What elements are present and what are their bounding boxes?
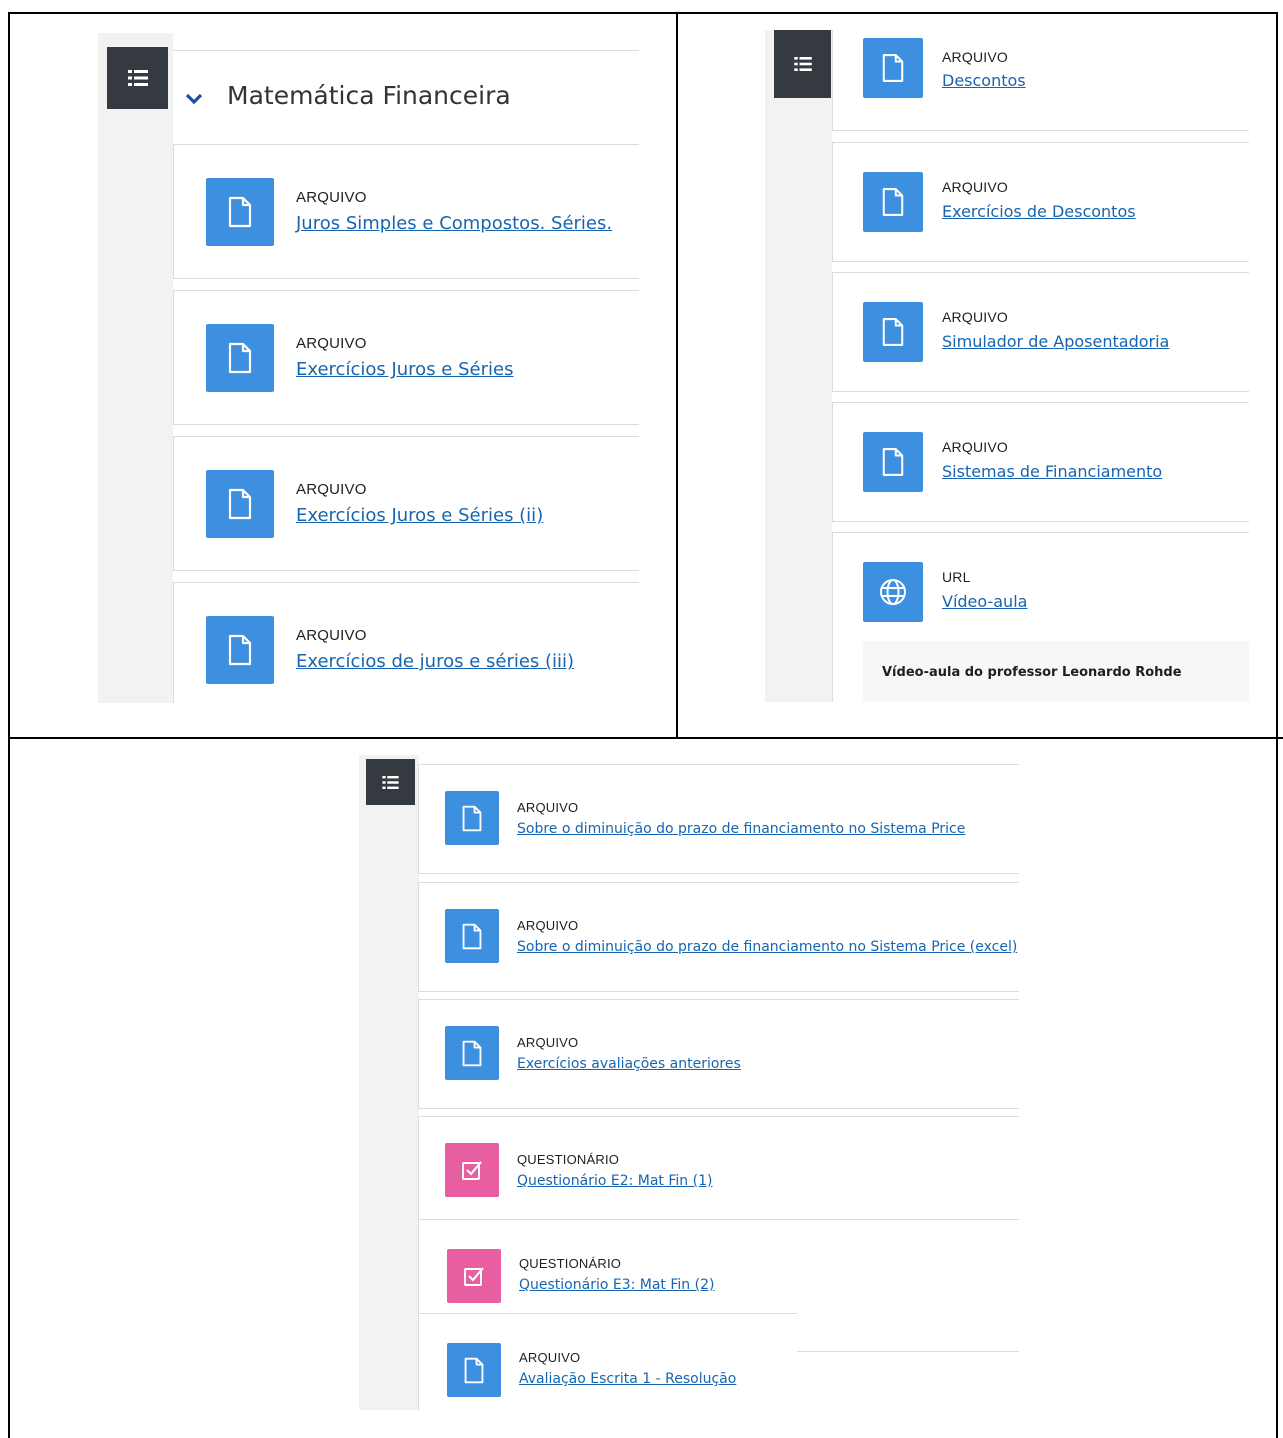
activity-card: QUESTIONÁRIO Questionário E2: Mat Fin (1…: [418, 1116, 1019, 1220]
activity-link[interactable]: Juros Simples e Compostos. Séries.: [296, 213, 612, 234]
activity-type: ARQUIVO: [942, 179, 1008, 195]
activity-type: ARQUIVO: [942, 309, 1008, 325]
activity-card: ARQUIVO Juros Simples e Compostos. Série…: [173, 144, 639, 279]
section-title[interactable]: Matemática Financeira: [227, 81, 511, 110]
activity-card: ARQUIVO Exercícios de juros e séries (ii…: [173, 582, 639, 703]
activity-link[interactable]: Questionário E2: Mat Fin (1): [517, 1173, 712, 1189]
quiz-icon: [445, 1143, 499, 1197]
activity-card: ARQUIVO Sobre o diminuição do prazo de f…: [418, 764, 1019, 874]
course-index-button[interactable]: [366, 759, 415, 805]
list-icon: [793, 57, 812, 71]
activity-type: QUESTIONÁRIO: [519, 1256, 622, 1271]
activity-link[interactable]: Exercícios Juros e Séries (ii): [296, 505, 543, 526]
globe-icon: [863, 562, 923, 622]
activity-link[interactable]: Vídeo-aula: [942, 592, 1027, 611]
file-icon: [445, 909, 499, 963]
file-icon: [445, 791, 499, 845]
activity-type: ARQUIVO: [296, 335, 367, 352]
activity-type: ARQUIVO: [519, 1350, 581, 1365]
activity-card: ARQUIVO Sobre o diminuição do prazo de f…: [418, 882, 1019, 992]
activity-type: ARQUIVO: [517, 800, 579, 815]
screenshot-panel-3: ARQUIVO Sobre o diminuição do prazo de f…: [359, 755, 1019, 1410]
activity-type: QUESTIONÁRIO: [517, 1152, 620, 1167]
course-index-strip: [359, 755, 419, 1410]
file-icon: [863, 172, 923, 232]
activity-link[interactable]: Sobre o diminuição do prazo de financiam…: [517, 939, 1017, 955]
file-icon: [206, 616, 274, 684]
activity-link[interactable]: Descontos: [942, 71, 1026, 90]
activity-type: ARQUIVO: [517, 918, 579, 933]
activity-link[interactable]: Exercícios de juros e séries (iii): [296, 651, 574, 672]
file-icon: [206, 470, 274, 538]
course-index-strip: [98, 33, 173, 703]
activity-link[interactable]: Exercícios de Descontos: [942, 202, 1136, 221]
file-icon: [447, 1343, 501, 1397]
file-icon: [206, 178, 274, 246]
chevron-down-icon[interactable]: [184, 92, 204, 106]
file-icon: [863, 38, 923, 98]
screenshot-panel-2: ARQUIVO Descontos ARQUIVO Exercícios de …: [765, 30, 1249, 702]
activity-link[interactable]: Questionário E3: Mat Fin (2): [519, 1277, 714, 1293]
activity-link[interactable]: Sistemas de Financiamento: [942, 462, 1162, 481]
file-icon: [206, 324, 274, 392]
activity-type: ARQUIVO: [296, 481, 367, 498]
activity-type: ARQUIVO: [296, 189, 367, 206]
activity-link[interactable]: Exercícios avaliações anteriores: [517, 1056, 741, 1072]
activity-card: ARQUIVO Sistemas de Financiamento: [832, 402, 1249, 522]
file-icon: [863, 302, 923, 362]
activity-card: ARQUIVO Exercícios avaliações anteriores: [418, 999, 1019, 1109]
table-row-divider: [8, 737, 1283, 739]
activity-type: ARQUIVO: [942, 439, 1008, 455]
file-icon: [445, 1026, 499, 1080]
activity-type: ARQUIVO: [296, 627, 367, 644]
list-icon: [127, 70, 148, 86]
activity-link[interactable]: Sobre o diminuição do prazo de financiam…: [517, 821, 965, 837]
activity-card: ARQUIVO Exercícios Juros e Séries: [173, 290, 639, 425]
activity-link[interactable]: Avaliação Escrita 1 - Resolução: [519, 1371, 736, 1387]
activity-card: ARQUIVO Exercícios de Descontos: [832, 142, 1249, 262]
activity-card: ARQUIVO Descontos: [832, 30, 1249, 131]
section-top-edge: [173, 50, 639, 51]
activity-type: ARQUIVO: [942, 49, 1008, 65]
activity-type: ARQUIVO: [517, 1035, 579, 1050]
course-index-button[interactable]: [107, 47, 168, 109]
activity-card: ARQUIVO Avaliação Escrita 1 - Resolução: [418, 1313, 797, 1410]
table-column-divider: [676, 12, 678, 739]
activity-link[interactable]: Exercícios Juros e Séries: [296, 359, 513, 380]
activity-card: QUESTIONÁRIO Questionário E3: Mat Fin (2…: [418, 1219, 797, 1314]
list-icon: [382, 775, 399, 789]
quiz-icon: [447, 1249, 501, 1303]
course-index-button[interactable]: [774, 30, 831, 98]
activity-card: ARQUIVO Exercícios Juros e Séries (ii): [173, 436, 639, 571]
activity-description: Vídeo-aula do professor Leonardo Rohde: [863, 641, 1249, 702]
activity-link[interactable]: Simulador de Aposentadoria: [942, 332, 1169, 351]
activity-card: URL Vídeo-aula Vídeo-aula do professor L…: [832, 532, 1249, 702]
file-icon: [863, 432, 923, 492]
screenshot-panel-1: Matemática Financeira ARQUIVO Juros Simp…: [98, 33, 639, 703]
activity-type: URL: [942, 569, 971, 585]
activity-card: ARQUIVO Simulador de Aposentadoria: [832, 272, 1249, 392]
course-index-strip: [765, 30, 832, 702]
